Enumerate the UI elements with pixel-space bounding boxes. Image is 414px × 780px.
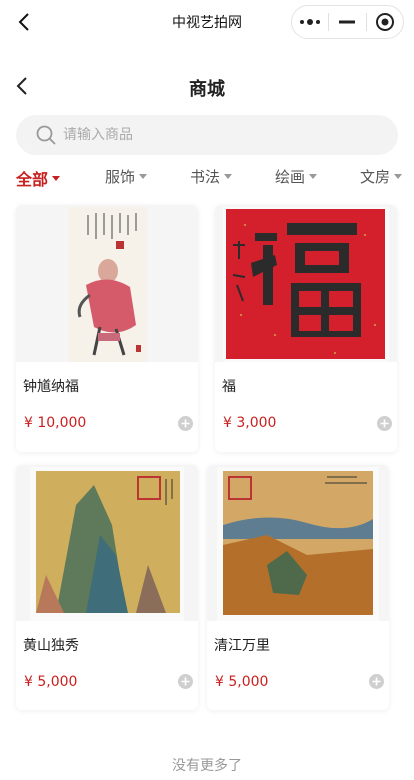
calligraphy-fu-image [223, 207, 389, 362]
product-price: ¥ 5,000 [24, 674, 78, 690]
minimize-button[interactable] [329, 6, 365, 38]
product-image[interactable] [207, 465, 389, 621]
target-close-icon [375, 13, 394, 31]
search-icon [36, 125, 56, 145]
caret-down-icon [309, 174, 318, 179]
add-to-cart-button[interactable] [369, 674, 384, 689]
add-to-cart-button[interactable] [178, 674, 193, 689]
product-name: 钟馗纳福 [23, 379, 79, 395]
tab-label: 书法 [190, 168, 221, 186]
product-price: ¥ 3,000 [223, 415, 277, 431]
page-title: 商城 [189, 79, 225, 100]
tab-painting[interactable]: 绘画 [275, 166, 318, 187]
close-button[interactable] [367, 6, 403, 38]
plus-icon [181, 419, 190, 428]
product-card[interactable]: 清江万里 ¥ 5,000 [207, 465, 389, 710]
product-card[interactable]: 福 ¥ 3,000 [215, 205, 397, 452]
tab-stationery[interactable]: 文房 [360, 166, 403, 187]
caret-down-icon [139, 174, 148, 179]
minimize-icon [339, 20, 356, 24]
search-input[interactable] [63, 127, 363, 143]
product-price: ¥ 5,000 [215, 674, 269, 690]
more-dots-icon [300, 19, 321, 25]
mountain-landscape-image [30, 467, 184, 621]
river-landscape-image [217, 467, 379, 621]
tab-label: 全部 [16, 170, 49, 189]
product-price: ¥ 10,000 [24, 415, 87, 431]
tab-calligraphy[interactable]: 书法 [190, 166, 233, 187]
product-name: 黄山独秀 [23, 638, 79, 654]
product-card[interactable]: 钟馗纳福 ¥ 10,000 [16, 205, 198, 452]
capsule-menu [291, 5, 404, 39]
figure-painting-image [69, 207, 147, 362]
category-tabs: 全部 服饰 书法 绘画 文房 [0, 163, 414, 191]
product-card[interactable]: 黄山独秀 ¥ 5,000 [16, 465, 198, 710]
mini-program-top-bar: 中视艺拍网 [0, 0, 414, 44]
caret-down-icon [394, 174, 403, 179]
product-image[interactable] [215, 205, 397, 362]
add-to-cart-button[interactable] [377, 416, 392, 431]
caret-down-icon [224, 174, 233, 179]
search-bar[interactable] [16, 115, 398, 155]
product-image[interactable] [16, 465, 198, 621]
plus-icon [181, 677, 190, 686]
page-header: 商城 [0, 64, 414, 108]
tab-label: 绘画 [275, 168, 306, 186]
tab-clothing[interactable]: 服饰 [105, 166, 148, 187]
caret-down-icon [52, 175, 61, 181]
product-name: 清江万里 [214, 638, 270, 654]
product-image[interactable] [16, 205, 198, 362]
tab-label: 文房 [360, 168, 391, 186]
more-button[interactable] [292, 6, 328, 38]
tab-all[interactable]: 全部 [16, 166, 61, 190]
plus-icon [372, 677, 381, 686]
no-more-text: 没有更多了 [172, 758, 242, 774]
product-name: 福 [222, 379, 236, 395]
tab-label: 服饰 [105, 168, 136, 186]
plus-icon [380, 419, 389, 428]
add-to-cart-button[interactable] [178, 416, 193, 431]
